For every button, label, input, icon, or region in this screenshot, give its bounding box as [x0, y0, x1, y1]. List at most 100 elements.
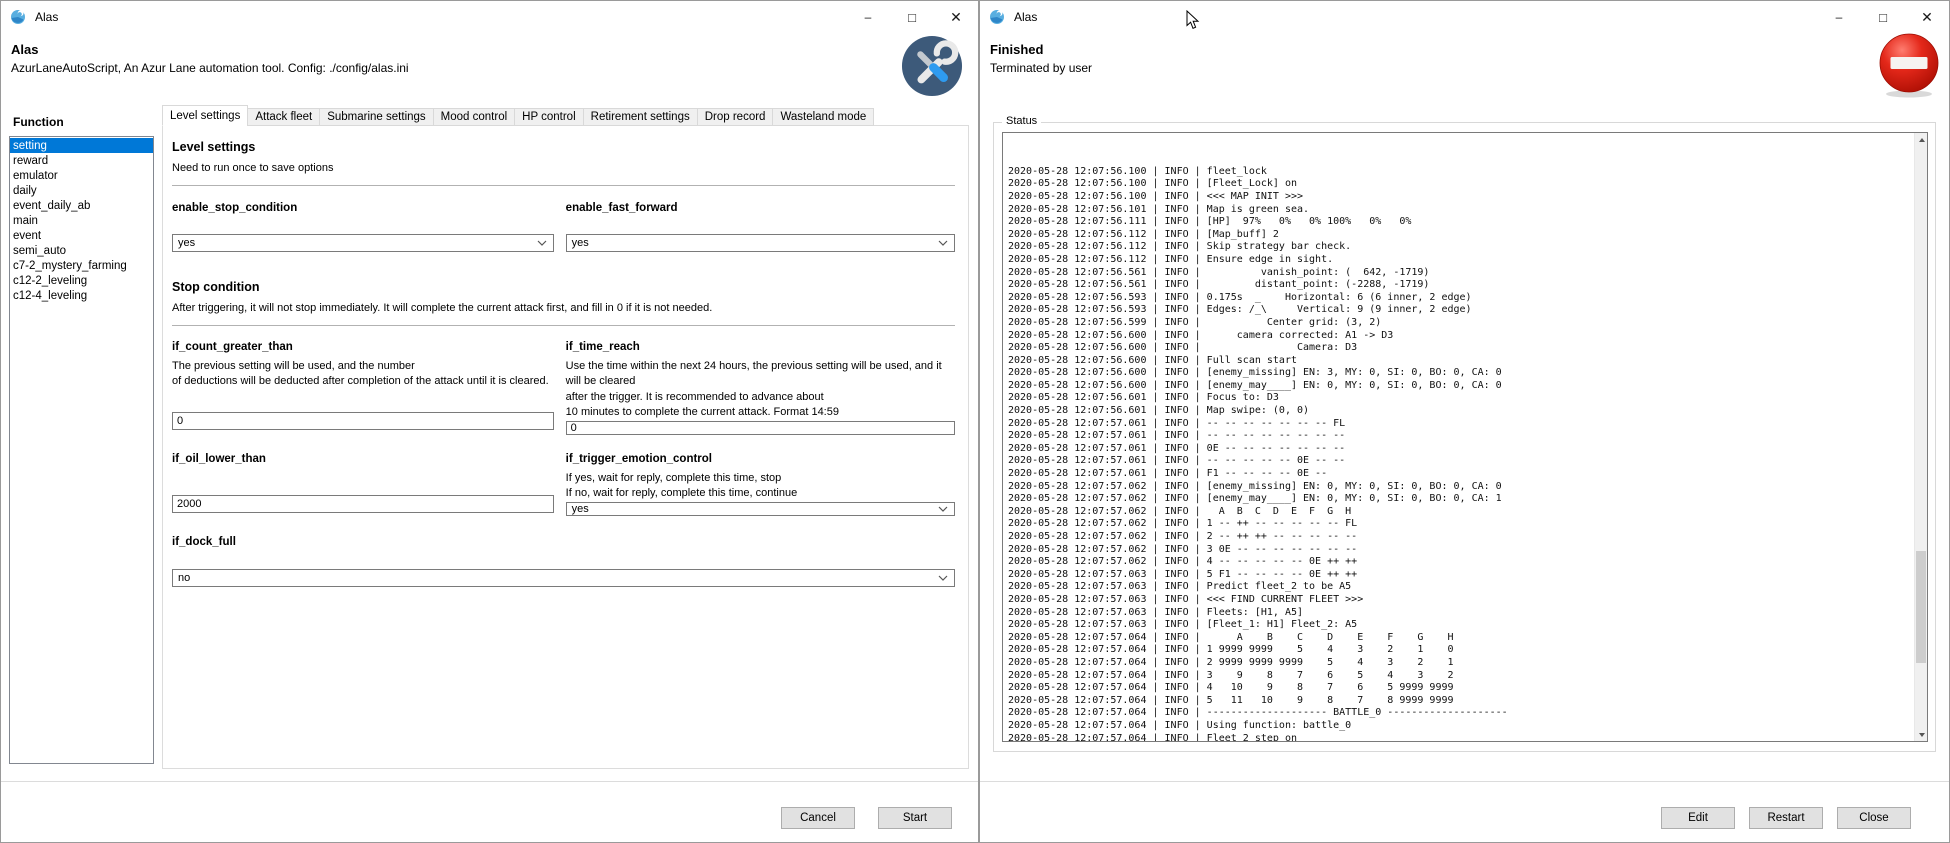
- section-desc-level-settings: Need to run once to save options: [172, 162, 955, 174]
- alas-config-window: Alas – □ ✕ Alas AzurLaneAutoScript, An A…: [0, 0, 979, 843]
- log-line: 2020-05-28 12:07:57.061 | INFO | F1 -- -…: [1008, 468, 1912, 481]
- log-line: 2020-05-28 12:07:57.062 | INFO | 1 -- ++…: [1008, 518, 1912, 531]
- enable-fast-forward-select[interactable]: yes: [566, 234, 955, 252]
- tab[interactable]: Drop record: [697, 108, 774, 126]
- tab[interactable]: Retirement settings: [583, 108, 698, 126]
- minimize-button[interactable]: –: [846, 1, 890, 33]
- window-controls: – □ ✕: [1817, 1, 1949, 33]
- field-enable-stop-condition: enable_stop_condition yes: [172, 202, 554, 252]
- log-line: 2020-05-28 12:07:56.112 | INFO | Ensure …: [1008, 254, 1912, 267]
- function-list-item[interactable]: daily: [10, 183, 153, 198]
- titlebar[interactable]: Alas – □ ✕: [1, 1, 978, 33]
- log-line: 2020-05-28 12:07:57.063 | INFO | Fleets:…: [1008, 607, 1912, 620]
- level-settings-panel: Level settings Need to run once to save …: [162, 125, 969, 769]
- tab[interactable]: Submarine settings: [319, 108, 433, 126]
- log-line: 2020-05-28 12:07:57.063 | INFO | 5 F1 --…: [1008, 569, 1912, 582]
- log-line: 2020-05-28 12:07:56.561 | INFO | distant…: [1008, 279, 1912, 292]
- app-header: Alas AzurLaneAutoScript, An Azur Lane au…: [1, 33, 978, 104]
- close-button[interactable]: ✕: [1905, 1, 1949, 33]
- tab[interactable]: Mood control: [433, 108, 515, 126]
- tab[interactable]: HP control: [514, 108, 583, 126]
- log-line: 2020-05-28 12:07:56.600 | INFO | camera …: [1008, 330, 1912, 343]
- maximize-button[interactable]: □: [890, 1, 934, 33]
- function-sidebar: Function settingrewardemulatordailyevent…: [1, 104, 162, 781]
- log-line: 2020-05-28 12:07:57.062 | INFO | A B C D…: [1008, 506, 1912, 519]
- function-label: Function: [13, 115, 162, 129]
- edit-button[interactable]: Edit: [1661, 807, 1735, 829]
- close-button[interactable]: ✕: [934, 1, 978, 33]
- log-line: 2020-05-28 12:07:57.062 | INFO | [enemy_…: [1008, 481, 1912, 494]
- maximize-button[interactable]: □: [1861, 1, 1905, 33]
- section-title-stop-condition: Stop condition: [172, 280, 955, 294]
- selected-value: yes: [572, 237, 589, 249]
- log-line: 2020-05-28 12:07:56.100 | INFO | fleet_l…: [1008, 166, 1912, 179]
- enable-stop-condition-select[interactable]: yes: [172, 234, 554, 252]
- log-scrollbar[interactable]: [1914, 133, 1927, 741]
- status-subtitle: Terminated by user: [990, 61, 1939, 75]
- status-groupbox: Status 2020-05-28 12:07:56.100 | INFO | …: [993, 122, 1936, 752]
- tab[interactable]: Level settings: [162, 105, 248, 126]
- selected-value: yes: [178, 237, 195, 249]
- function-list-item[interactable]: semi_auto: [10, 243, 153, 258]
- function-list-item[interactable]: event_daily_ab: [10, 198, 153, 213]
- function-list-item[interactable]: event: [10, 228, 153, 243]
- function-list-item[interactable]: c12-4_leveling: [10, 288, 153, 303]
- alas-status-window: Alas – □ ✕ Finished Terminated by user: [979, 0, 1950, 843]
- function-list-item[interactable]: reward: [10, 153, 153, 168]
- log-line: 2020-05-28 12:07:56.112 | INFO | [Map_bu…: [1008, 229, 1912, 242]
- status-header: Finished Terminated by user: [980, 33, 1949, 104]
- log-line: 2020-05-28 12:07:57.064 | INFO | 3 9 8 7…: [1008, 670, 1912, 683]
- log-line: 2020-05-28 12:07:57.064 | INFO | Using f…: [1008, 720, 1912, 733]
- log-line: 2020-05-28 12:07:56.593 | INFO | 0.175s …: [1008, 292, 1912, 305]
- log-output: 2020-05-28 12:07:56.100 | INFO | fleet_l…: [1008, 133, 1912, 741]
- scroll-down-icon[interactable]: [1915, 728, 1928, 741]
- field-label: if_count_greater_than: [172, 341, 554, 353]
- scroll-up-icon[interactable]: [1915, 133, 1928, 146]
- tab[interactable]: Wasteland mode: [772, 108, 874, 126]
- log-line: 2020-05-28 12:07:57.062 | INFO | 2 -- ++…: [1008, 531, 1912, 544]
- log-line: 2020-05-28 12:07:57.064 | INFO | 2 9999 …: [1008, 657, 1912, 670]
- log-line: 2020-05-28 12:07:57.064 | INFO | 1 9999 …: [1008, 644, 1912, 657]
- if-count-greater-than-input[interactable]: [172, 412, 554, 430]
- function-list-item[interactable]: setting: [10, 138, 153, 153]
- chevron-down-icon: [537, 240, 547, 246]
- scrollbar-thumb[interactable]: [1916, 551, 1926, 663]
- function-list[interactable]: settingrewardemulatordailyevent_daily_ab…: [9, 136, 154, 764]
- log-line: 2020-05-28 12:07:57.063 | INFO | Predict…: [1008, 581, 1912, 594]
- function-list-item[interactable]: emulator: [10, 168, 153, 183]
- function-list-item[interactable]: main: [10, 213, 153, 228]
- chevron-down-icon: [938, 575, 948, 581]
- log-line: 2020-05-28 12:07:56.111 | INFO | [HP] 97…: [1008, 216, 1912, 229]
- start-button[interactable]: Start: [878, 807, 952, 829]
- close-session-button[interactable]: Close: [1837, 807, 1911, 829]
- if-trigger-emotion-control-select[interactable]: yes: [566, 502, 955, 516]
- function-list-item[interactable]: c7-2_mystery_farming: [10, 258, 153, 273]
- log-area: 2020-05-28 12:07:56.100 | INFO | fleet_l…: [1002, 132, 1928, 742]
- window-title: Alas: [35, 10, 58, 24]
- titlebar[interactable]: Alas – □ ✕: [980, 1, 1949, 33]
- log-line: 2020-05-28 12:07:56.600 | INFO | Camera:…: [1008, 342, 1912, 355]
- if-oil-lower-than-input[interactable]: [172, 495, 554, 513]
- cancel-button[interactable]: Cancel: [781, 807, 855, 829]
- selected-value: yes: [572, 503, 589, 515]
- alas-logo-icon: [989, 9, 1005, 25]
- field-desc: If yes, wait for reply, complete this ti…: [566, 471, 955, 502]
- log-line: 2020-05-28 12:07:56.561 | INFO | vanish_…: [1008, 267, 1912, 280]
- minimize-button[interactable]: –: [1817, 1, 1861, 33]
- if-dock-full-select[interactable]: no: [172, 569, 955, 587]
- function-list-item[interactable]: c12-2_leveling: [10, 273, 153, 288]
- tab[interactable]: Attack fleet: [247, 108, 320, 126]
- app-title: Alas: [11, 42, 968, 57]
- field-desc: The previous setting will be used, and t…: [172, 359, 554, 390]
- log-line: 2020-05-28 12:07:57.062 | INFO | 3 0E --…: [1008, 544, 1912, 557]
- restart-button[interactable]: Restart: [1749, 807, 1823, 829]
- if-time-reach-input[interactable]: [566, 421, 955, 435]
- log-line: 2020-05-28 12:07:56.600 | INFO | [enemy_…: [1008, 367, 1912, 380]
- log-line: 2020-05-28 12:07:56.600 | INFO | Full sc…: [1008, 355, 1912, 368]
- log-line: 2020-05-28 12:07:56.100 | INFO | [Fleet_…: [1008, 178, 1912, 191]
- field-if-time-reach: if_time_reach Use the time within the ne…: [566, 341, 955, 430]
- field-label: if_oil_lower_than: [172, 453, 554, 465]
- log-line: 2020-05-28 12:07:57.063 | INFO | [Fleet_…: [1008, 619, 1912, 632]
- window-title: Alas: [1014, 10, 1037, 24]
- log-line: 2020-05-28 12:07:56.599 | INFO | Center …: [1008, 317, 1912, 330]
